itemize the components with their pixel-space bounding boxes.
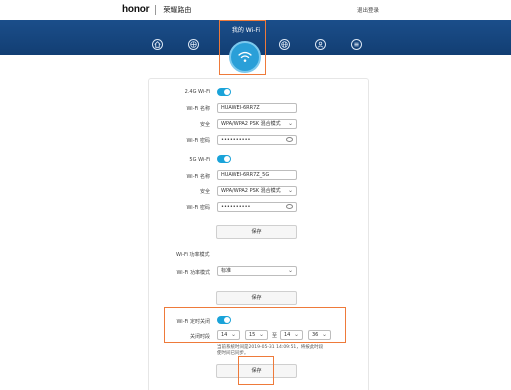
wifi5-password-value: •••••••••• (221, 204, 251, 210)
power-mode-label: Wi-Fi 功率模式 (176, 270, 210, 276)
wifi5-name-label: Wi-Fi 名称 (186, 174, 210, 180)
highlight-save-button (238, 356, 274, 385)
wifi24-password-label: Wi-Fi 密码 (186, 138, 210, 144)
chevron-down-icon: ⌄ (287, 267, 293, 274)
save-power-button[interactable]: 保存 (216, 291, 297, 305)
logo: honor 荣耀路由 (122, 3, 191, 16)
wifi5-password-label: Wi-Fi 密码 (186, 205, 210, 211)
highlight-wifi-tab (219, 20, 266, 75)
wifi5-security-value: WPA/WPA2 PSK 混合模式 (221, 188, 281, 194)
top-bar: honor 荣耀路由 退出登录 (0, 0, 511, 20)
wifi5-security-label: 安全 (199, 189, 210, 195)
chevron-down-icon: ⌄ (287, 120, 293, 127)
power-mode-select[interactable]: 标准 ⌄ (217, 266, 297, 276)
wifi24-name-input[interactable]: HUAWEI-6RR7Z (217, 103, 297, 113)
user-icon[interactable] (315, 39, 326, 50)
eye-icon[interactable] (286, 137, 293, 142)
app-title: 荣耀路由 (163, 5, 192, 14)
wifi24-password-input[interactable]: •••••••••• (217, 135, 297, 145)
wifi5-password-input[interactable]: •••••••••• (217, 202, 297, 212)
chevron-down-icon: ⌄ (287, 187, 293, 194)
wifi24-toggle[interactable] (217, 88, 231, 96)
wifi5-security-select[interactable]: WPA/WPA2 PSK 混合模式 ⌄ (217, 186, 297, 196)
internet-icon[interactable] (279, 39, 290, 50)
menu-icon[interactable] (351, 39, 362, 50)
wifi24-security-value: WPA/WPA2 PSK 混合模式 (221, 121, 281, 127)
wifi24-security-label: 安全 (199, 122, 210, 128)
logo-divider (155, 4, 157, 15)
power-section-label: Wi-Fi 功率模式 (176, 252, 210, 258)
eye-icon[interactable] (286, 204, 293, 209)
highlight-timer-section (164, 307, 346, 343)
wifi24-toggle-label: 2.4G Wi-Fi (184, 89, 210, 95)
wifi5-toggle-label: 5G Wi-Fi (189, 157, 210, 163)
wifi24-name-label: Wi-Fi 名称 (186, 106, 210, 112)
logout-link[interactable]: 退出登录 (357, 6, 379, 14)
wifi24-password-value: •••••••••• (221, 137, 251, 143)
wifi5-toggle[interactable] (217, 155, 231, 163)
home-icon[interactable] (152, 39, 163, 50)
wifi24-security-select[interactable]: WPA/WPA2 PSK 混合模式 ⌄ (217, 119, 297, 129)
globe-icon[interactable] (188, 39, 199, 50)
save-wifi-button[interactable]: 保存 (216, 225, 297, 239)
brand-logo: honor (122, 4, 150, 15)
power-mode-value: 标准 (221, 268, 232, 274)
wifi5-name-input[interactable]: HUAWEI-6RR7Z_5G (217, 170, 297, 180)
